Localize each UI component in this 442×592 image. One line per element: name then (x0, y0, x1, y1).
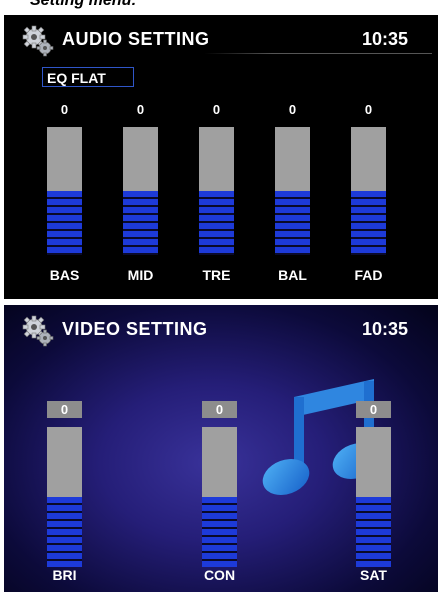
sat-label: SAT (360, 567, 387, 583)
mid-slider[interactable] (123, 127, 158, 255)
bal-value: 0 (288, 102, 297, 117)
bas-value: 0 (60, 102, 69, 117)
bri-label: BRI (52, 567, 77, 583)
eq-preset-button[interactable]: EQ FLAT (42, 67, 134, 87)
video-setting-screen: VIDEO SETTING 10:35 0 BRI 0 CON 0 SAT (4, 305, 438, 592)
gears-icon (22, 25, 54, 57)
tre-slider[interactable] (199, 127, 234, 255)
bal-slider[interactable] (275, 127, 310, 255)
con-slider-fill (202, 497, 237, 567)
fad-label: FAD (354, 267, 383, 283)
bal-slider-fill (275, 191, 310, 255)
tre-label: TRE (202, 267, 231, 283)
con-slider[interactable] (202, 427, 237, 567)
mid-value: 0 (136, 102, 145, 117)
clock: 10:35 (361, 319, 408, 339)
sat-slider[interactable] (356, 427, 391, 567)
tre-slider-fill (199, 191, 234, 255)
con-value: 0 (202, 401, 237, 418)
fad-slider[interactable] (351, 127, 386, 255)
fad-value: 0 (364, 102, 373, 117)
sat-value: 0 (356, 401, 391, 418)
bri-slider-fill (47, 497, 82, 567)
tre-value: 0 (212, 102, 221, 117)
sat-slider-fill (356, 497, 391, 567)
gears-icon (22, 315, 54, 347)
bri-slider[interactable] (47, 427, 82, 567)
bas-slider-fill (47, 191, 82, 255)
page-caption: Setting menu: (30, 0, 137, 9)
mid-slider-fill (123, 191, 158, 255)
bri-value: 0 (47, 401, 82, 418)
audio-setting-screen: AUDIO SETTING 10:35 EQ FLAT 0 BAS 0 MID 0 TRE… (4, 15, 438, 299)
bas-label: BAS (49, 267, 80, 283)
header-divider (204, 53, 432, 54)
page-title: VIDEO SETTING (62, 319, 208, 339)
page-title: AUDIO SETTING (62, 29, 210, 49)
con-label: CON (203, 567, 236, 583)
bal-label: BAL (278, 267, 307, 283)
fad-slider-fill (351, 191, 386, 255)
mid-label: MID (127, 267, 154, 283)
clock: 10:35 (361, 29, 408, 49)
bas-slider[interactable] (47, 127, 82, 255)
